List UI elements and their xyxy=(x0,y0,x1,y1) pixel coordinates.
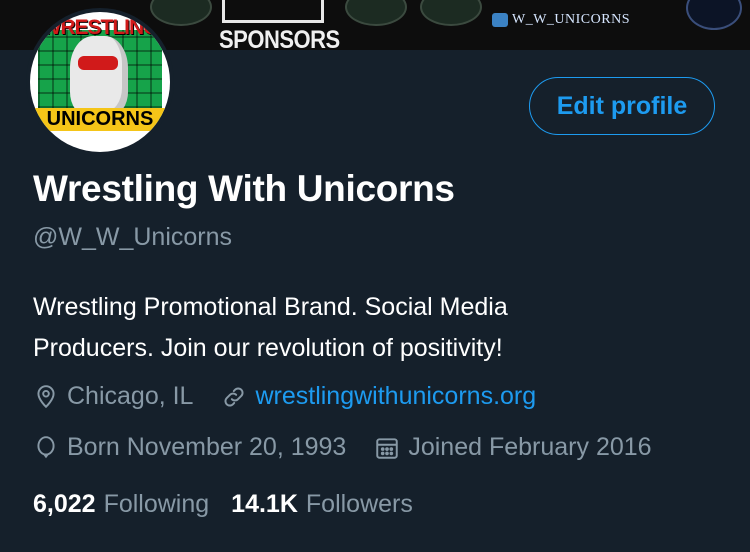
banner-logo-4 xyxy=(686,0,742,30)
avatar-top-word: WRESTLING xyxy=(41,16,160,39)
avatar[interactable]: WRESTLING UNICORNS xyxy=(26,8,174,156)
following-label: Following xyxy=(103,490,210,518)
following-count: 6,022 xyxy=(33,490,96,518)
birthday-item: Born November 20, 1993 xyxy=(33,433,346,462)
joined-text: Joined February 2016 xyxy=(408,433,652,461)
profile-stats: 6,022 Following 14.1K Followers xyxy=(33,490,435,519)
user-handle: @W_W_Unicorns xyxy=(33,223,233,251)
bio-line-2: Producers. Join our revolution of positi… xyxy=(33,334,503,362)
banner-social-tag: W_W_UNICORNS xyxy=(492,12,630,28)
website-item[interactable]: wrestlingwithunicorns.org xyxy=(221,382,536,411)
bio-line-1: Wrestling Promotional Brand. Social Medi… xyxy=(33,293,508,321)
unicorn-mask xyxy=(78,56,118,70)
profile-meta-row-1: Chicago, IL wrestlingwithunicorns.org xyxy=(33,382,564,411)
balloon-icon xyxy=(37,435,55,458)
edit-profile-button[interactable]: Edit profile xyxy=(529,77,715,135)
followers-label: Followers xyxy=(305,490,413,518)
link-icon xyxy=(224,387,244,406)
followers-stat[interactable]: 14.1K Followers xyxy=(231,490,413,519)
location-pin-icon xyxy=(37,384,55,408)
calendar-icon xyxy=(376,437,399,459)
avatar-bottom-word: UNICORNS xyxy=(30,108,170,131)
twitter-icon xyxy=(492,13,508,27)
banner-logo-2 xyxy=(345,0,407,26)
profile-meta-row-2: Born November 20, 1993 Joined February 2… xyxy=(33,433,680,462)
banner-logo-3 xyxy=(420,0,482,26)
location-text: Chicago, IL xyxy=(67,382,194,410)
banner-sponsors-text: SPONSORS xyxy=(219,25,340,50)
banner-social-handle: W_W_UNICORNS xyxy=(512,12,630,27)
location-item: Chicago, IL xyxy=(33,382,193,411)
website-link[interactable]: wrestlingwithunicorns.org xyxy=(255,382,536,411)
banner-sponsor-frame xyxy=(222,0,324,23)
followers-count: 14.1K xyxy=(231,490,298,518)
joined-item: Joined February 2016 xyxy=(374,433,652,462)
display-name: Wrestling With Unicorns xyxy=(33,168,455,209)
following-stat[interactable]: 6,022 Following xyxy=(33,490,209,519)
profile-bio: Wrestling Promotional Brand. Social Medi… xyxy=(33,287,673,369)
unicorn-head-icon xyxy=(70,36,128,116)
birthday-text: Born November 20, 1993 xyxy=(67,433,347,461)
avatar-image: WRESTLING UNICORNS xyxy=(30,12,170,152)
